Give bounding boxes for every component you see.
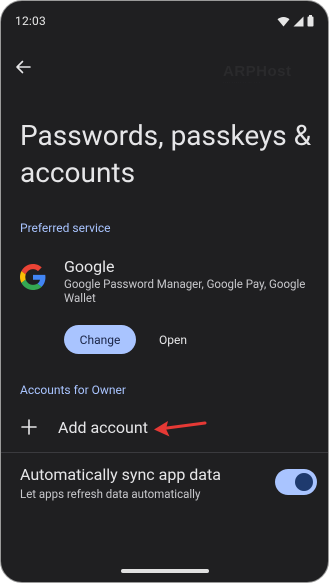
battery-icon bbox=[307, 15, 314, 27]
add-account-label: Add account bbox=[58, 418, 148, 437]
divider bbox=[1, 452, 328, 453]
sync-subtitle: Let apps refresh data automatically bbox=[20, 487, 201, 501]
open-button[interactable]: Open bbox=[151, 325, 195, 354]
gesture-nav-bar[interactable] bbox=[121, 569, 209, 573]
back-button[interactable] bbox=[11, 55, 35, 79]
wifi-icon bbox=[277, 16, 290, 26]
watermark-subtext: ···· ····· ·· ·· ·· · bbox=[223, 80, 261, 86]
page-title: Passwords, passkeys & accounts bbox=[20, 119, 312, 189]
status-time: 12:03 bbox=[15, 14, 46, 28]
arrow-left-icon bbox=[16, 60, 31, 74]
status-icons bbox=[277, 15, 314, 27]
watermark-logo: ARPHost ···· ····· ·· ·· ·· · bbox=[223, 64, 293, 92]
sync-title: Automatically sync app data bbox=[20, 465, 221, 484]
phone-screen: 12:03 ARPHost ···· ····· ·· ·· ·· · Pass… bbox=[0, 0, 329, 583]
plus-icon bbox=[21, 419, 37, 435]
watermark-text: ARPHost bbox=[223, 63, 292, 80]
toggle-knob bbox=[295, 473, 313, 491]
google-g-icon bbox=[20, 264, 46, 290]
change-button[interactable]: Change bbox=[64, 325, 136, 354]
status-bar: 12:03 bbox=[1, 1, 328, 41]
section-accounts-for-owner: Accounts for Owner bbox=[20, 383, 126, 397]
signal-icon bbox=[293, 16, 304, 26]
sync-toggle[interactable] bbox=[275, 469, 317, 495]
red-arrow-icon bbox=[154, 421, 207, 437]
service-name: Google bbox=[64, 257, 115, 276]
section-preferred-service: Preferred service bbox=[20, 221, 111, 235]
service-description: Google Password Manager, Google Pay, Goo… bbox=[64, 277, 306, 305]
